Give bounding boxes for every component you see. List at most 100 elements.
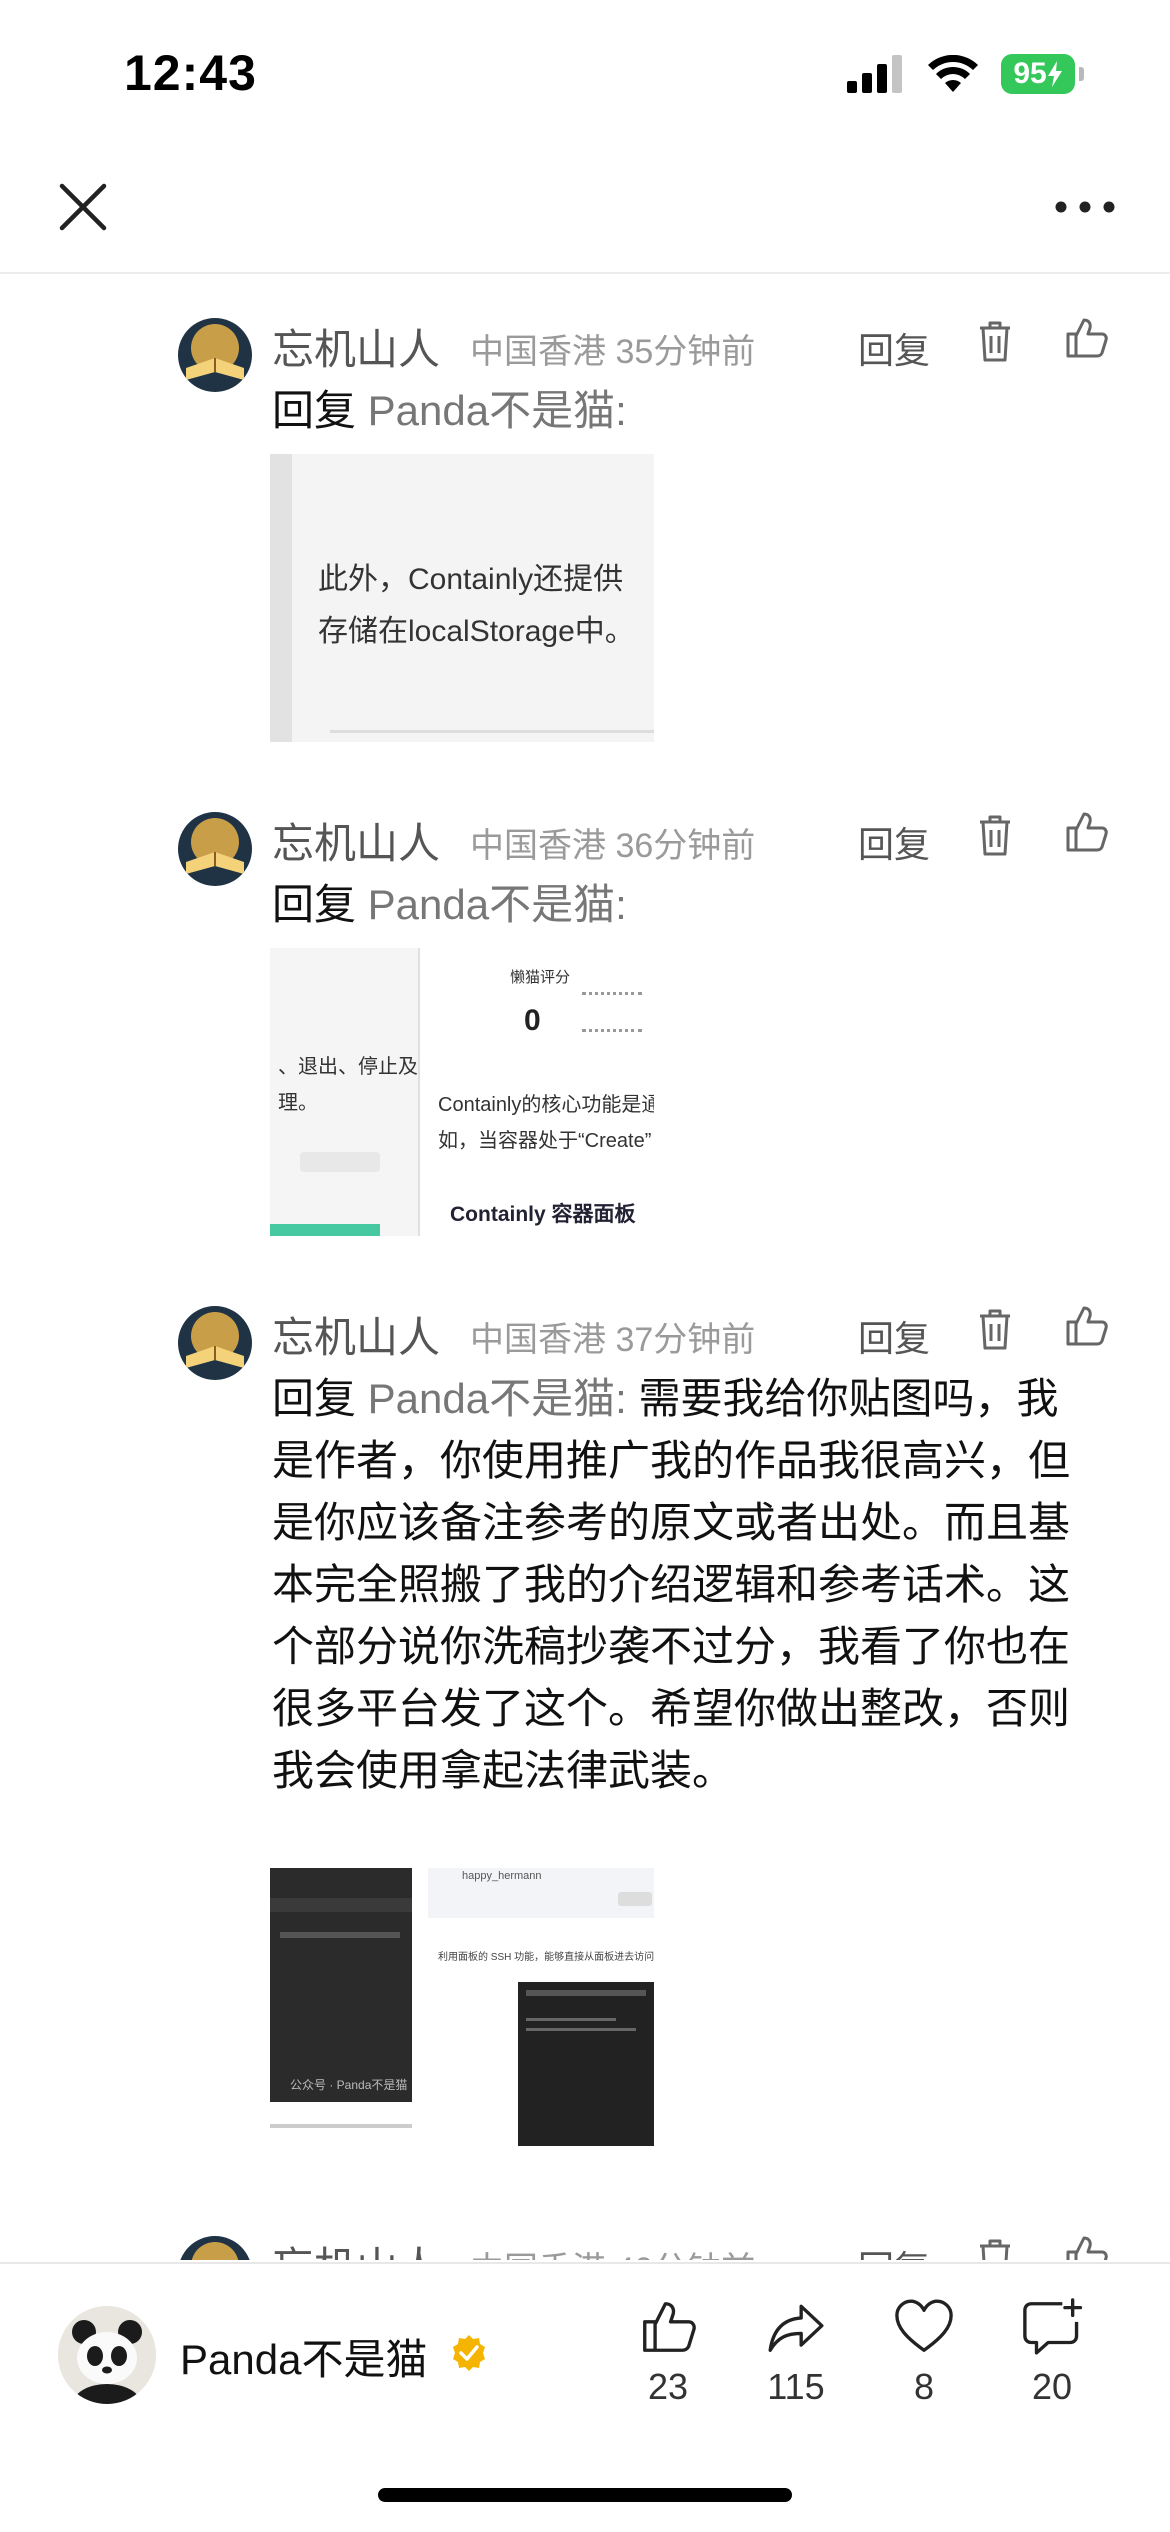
reply-prefix: 回复: [272, 1375, 368, 1422]
comment-meta: 中国香港 36分钟前: [470, 818, 755, 867]
image-text: happy_hermann: [462, 1870, 542, 1882]
close-button[interactable]: [52, 176, 114, 238]
share-icon: [768, 2304, 824, 2352]
share-action[interactable]: 115: [736, 2296, 856, 2408]
comment-item: 忘机山人 中国香港 37分钟前 回复 回复 Panda不是猫: 需要我给你贴图吗…: [0, 1262, 1170, 2192]
image-text: 懒猫评分: [510, 969, 571, 986]
comment-item: 忘机山人 中国香港 35分钟前 回复 回复 Panda不是猫: 此外，Conta…: [0, 274, 1170, 768]
comment-text: 回复 Panda不是猫:: [272, 874, 1092, 936]
status-time: 12:43: [124, 45, 257, 101]
wifi-icon: [928, 55, 978, 92]
reply-to-user[interactable]: Panda不是猫: [368, 881, 615, 928]
favorite-action[interactable]: 8: [864, 2296, 984, 2408]
reply-button[interactable]: 回复: [858, 816, 930, 868]
image-text: 、退出、停止及: [278, 1056, 418, 1078]
image-text: 公众号 · Panda不是猫: [290, 2078, 408, 2092]
image-text: 此外，Containly还提供: [318, 563, 624, 596]
home-indicator[interactable]: [378, 2488, 792, 2502]
comment-meta: 中国香港 35分钟前: [470, 324, 755, 373]
comment-time: 40分钟前: [615, 2251, 755, 2260]
favorite-count: 8: [913, 2366, 935, 2407]
comment-content: 需要我给你贴图吗，我是作者，你使用推广我的作品我很高兴，但是你应该备注参考的原文…: [272, 1375, 1071, 1794]
reply-colon: :: [615, 1375, 627, 1422]
verified-badge-icon: [453, 2335, 485, 2371]
comment-text: 回复 Panda不是猫: 需要我给你贴图吗，我是作者，你使用推广我的作品我很高兴…: [272, 1368, 1092, 1802]
comment-add-icon: [1023, 2298, 1083, 2355]
status-icons: 95: [847, 54, 1084, 94]
comment-time: 37分钟前: [615, 1321, 756, 1359]
nav-bar: [0, 140, 1170, 274]
comment-location: 中国香港: [470, 1321, 606, 1359]
reply-prefix: 回复: [272, 387, 368, 434]
comment-time: 35分钟前: [615, 333, 756, 371]
thumbs-up-icon[interactable]: [1062, 808, 1110, 856]
comment-meta: 中国香港 40分钟前: [470, 2242, 755, 2260]
comment-username[interactable]: 忘机山人: [272, 810, 440, 871]
comment-username[interactable]: 忘机山人: [272, 2234, 440, 2260]
comment-location: 中国香港: [470, 2251, 606, 2260]
comment-image[interactable]: 此外，Containly还提供 存储在localStorage中。: [270, 454, 654, 742]
reply-to-user[interactable]: Panda不是猫: [368, 1375, 615, 1422]
comment-location: 中国香港: [470, 333, 606, 371]
comment-location: 中国香港: [470, 827, 606, 865]
open-book-avatar-icon: [178, 1306, 252, 1380]
open-book-avatar-icon: [178, 812, 252, 886]
battery-icon: 95: [1001, 54, 1075, 94]
share-count: 115: [767, 2366, 825, 2407]
comment-text: 回复 Panda不是猫:: [272, 380, 1092, 442]
comment-meta: 中国香港 37分钟前: [470, 1312, 755, 1361]
user-avatar[interactable]: [178, 1306, 252, 1380]
trash-icon[interactable]: [972, 1306, 1018, 1352]
reply-colon: :: [615, 387, 627, 434]
thumbs-up-icon[interactable]: [1062, 314, 1110, 362]
thumbs-up-icon[interactable]: [1062, 1302, 1110, 1350]
author-name[interactable]: Panda不是猫: [180, 2326, 427, 2387]
battery-tip: [1079, 67, 1084, 81]
battery-level: 95: [1013, 57, 1047, 90]
like-action[interactable]: 23: [608, 2296, 728, 2408]
charging-bolt-icon: [1047, 61, 1062, 87]
image-text: Containly 容器面板: [450, 1203, 636, 1226]
reply-button[interactable]: 回复: [858, 2240, 930, 2260]
like-count: 23: [647, 2366, 689, 2407]
user-avatar[interactable]: [178, 318, 252, 392]
reply-colon: :: [615, 881, 627, 928]
comment-item: 忘机山人 中国香港 40分钟前 回复: [0, 2192, 1170, 2260]
reply-button[interactable]: 回复: [858, 1310, 930, 1362]
comment-time: 36分钟前: [615, 827, 756, 865]
heart-icon: [895, 2299, 953, 2352]
reply-prefix: 回复: [272, 881, 368, 928]
open-book-avatar-icon: [178, 318, 252, 392]
image-text: 存储在localStorage中。: [318, 615, 635, 648]
user-avatar[interactable]: [178, 812, 252, 886]
more-button[interactable]: [1050, 176, 1120, 238]
comment-image[interactable]: 公众号 · Panda不是猫 happy_hermann 利用面板的 SSH 功…: [270, 1868, 654, 2156]
open-book-avatar-icon: [178, 2236, 252, 2260]
image-text: 0: [524, 1004, 541, 1037]
comment-username[interactable]: 忘机山人: [272, 1304, 440, 1365]
image-text: 理。: [278, 1092, 318, 1114]
trash-icon[interactable]: [972, 318, 1018, 364]
comment-item: 忘机山人 中国香港 36分钟前 回复 回复 Panda不是猫: 、退出、停止及 …: [0, 768, 1170, 1262]
comment-count: 20: [1031, 2366, 1073, 2407]
more-icon: [1055, 201, 1115, 213]
comment-list: 忘机山人 中国香港 35分钟前 回复 回复 Panda不是猫: 此外，Conta…: [0, 274, 1170, 2260]
status-bar: 12:43 95: [0, 0, 1170, 140]
comment-username[interactable]: 忘机山人: [272, 316, 440, 377]
reply-button[interactable]: 回复: [858, 322, 930, 374]
image-text: Containly的核心功能是通: [438, 1094, 654, 1116]
panda-avatar-icon: [58, 2306, 156, 2404]
trash-icon[interactable]: [972, 812, 1018, 858]
close-icon: [59, 183, 107, 231]
trash-icon[interactable]: [972, 2236, 1018, 2260]
image-text: 如，当容器处于“Create”: [438, 1130, 652, 1152]
cellular-signal-icon: [847, 55, 902, 93]
image-text: 利用面板的 SSH 功能，能够直接从面板进去访问容器的 SHE: [438, 1952, 654, 1963]
reply-to-user[interactable]: Panda不是猫: [368, 387, 615, 434]
comment-image[interactable]: 、退出、停止及 理。 懒猫评分 0 Containly的核心功能是通 如，当容器…: [270, 948, 654, 1236]
user-avatar[interactable]: [178, 2236, 252, 2260]
thumbs-up-icon: [643, 2302, 696, 2352]
comment-action[interactable]: 20: [992, 2296, 1112, 2408]
thumbs-up-icon[interactable]: [1062, 2232, 1110, 2260]
author-avatar[interactable]: [58, 2306, 156, 2404]
